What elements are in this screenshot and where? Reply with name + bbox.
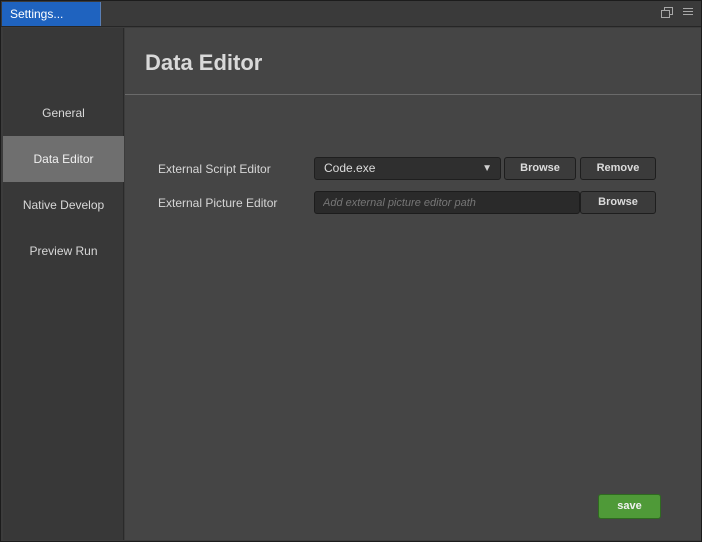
script-editor-selected: Code.exe [324,161,376,175]
save-button[interactable]: save [598,494,661,519]
script-editor-dropdown[interactable]: Code.exe ▼ [314,157,501,180]
main-panel: Data Editor External Script Editor Code.… [125,28,701,540]
picture-editor-label: External Picture Editor [158,196,278,210]
sidebar-item-general[interactable]: General [3,90,124,136]
page-title: Data Editor [145,50,263,75]
sidebar-item-native-develop[interactable]: Native Develop [3,182,124,228]
menu-icon[interactable] [683,7,693,16]
script-browse-button[interactable]: Browse [504,157,576,180]
picture-browse-button[interactable]: Browse [580,191,656,214]
sidebar-item-preview-run[interactable]: Preview Run [3,228,124,274]
title-bar-icons [661,7,693,18]
picture-editor-path-input[interactable] [314,191,580,214]
settings-window: Settings... General Data Editor Native D… [0,0,702,542]
chevron-down-icon: ▼ [482,163,492,174]
restore-icon[interactable] [661,7,673,18]
script-editor-label: External Script Editor [158,162,271,176]
title-bar: Settings... [1,1,701,27]
window-tab[interactable]: Settings... [2,2,101,26]
script-remove-button[interactable]: Remove [580,157,656,180]
sidebar-item-data-editor[interactable]: Data Editor [3,136,124,182]
sidebar: General Data Editor Native Develop Previ… [3,28,124,540]
title-divider [125,94,701,95]
